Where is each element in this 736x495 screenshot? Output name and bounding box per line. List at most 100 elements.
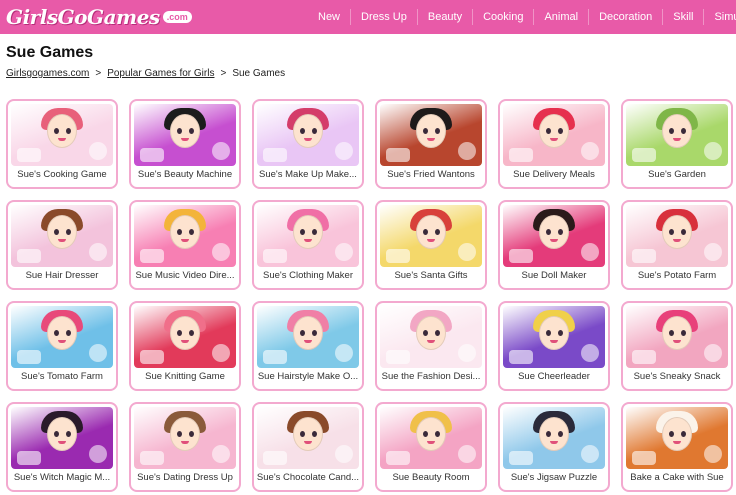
breadcrumb-home-link[interactable]: Girlsgogames.com	[6, 68, 89, 79]
game-title[interactable]: Sue's Beauty Machine	[133, 169, 237, 180]
nav-skill[interactable]: Skill	[662, 9, 703, 25]
breadcrumb: Girlsgogames.com > Popular Games for Gir…	[6, 68, 285, 79]
game-thumbnail[interactable]	[134, 306, 236, 368]
character-eye	[66, 128, 71, 134]
game-title[interactable]: Sue's Cooking Game	[10, 169, 114, 180]
game-title[interactable]: Sue's Clothing Maker	[256, 270, 360, 281]
game-title[interactable]: Sue Knitting Game	[133, 371, 237, 382]
nav-simulation[interactable]: Simu	[703, 9, 736, 25]
game-thumbnail[interactable]	[257, 205, 359, 267]
nav-new[interactable]: New	[318, 9, 350, 25]
nav-animal[interactable]: Animal	[533, 9, 588, 25]
character-face	[662, 417, 692, 451]
game-title[interactable]: Sue's Chocolate Cand...	[256, 472, 360, 483]
game-card[interactable]: Bake a Cake with Sue	[621, 402, 733, 492]
game-card[interactable]: Sue's Clothing Maker	[252, 200, 364, 290]
character-face	[170, 215, 200, 249]
character-eye	[546, 431, 551, 437]
game-thumbnail[interactable]	[134, 205, 236, 267]
game-title[interactable]: Sue Beauty Room	[379, 472, 483, 483]
game-card[interactable]: Sue's Santa Gifts	[375, 200, 487, 290]
game-thumbnail[interactable]	[380, 306, 482, 368]
game-thumbnail[interactable]	[503, 306, 605, 368]
game-thumbnail[interactable]	[626, 104, 728, 166]
game-title[interactable]: Sue's Garden	[625, 169, 729, 180]
game-card[interactable]: Sue's Tomato Farm	[6, 301, 118, 391]
game-thumbnail[interactable]	[11, 205, 113, 267]
game-card[interactable]: Sue's Witch Magic M...	[6, 402, 118, 492]
breadcrumb-section-link[interactable]: Popular Games for Girls	[107, 68, 214, 79]
game-card[interactable]: Sue Doll Maker	[498, 200, 610, 290]
game-thumbnail[interactable]	[380, 104, 482, 166]
game-title[interactable]: Sue's Tomato Farm	[10, 371, 114, 382]
character-face	[293, 417, 323, 451]
nav-dress-up[interactable]: Dress Up	[350, 9, 417, 25]
game-card[interactable]: Sue's Beauty Machine	[129, 99, 241, 189]
game-title[interactable]: Sue's Fried Wantons	[379, 169, 483, 180]
game-card[interactable]: Sue Delivery Meals	[498, 99, 610, 189]
game-card[interactable]: Sue's Make Up Make...	[252, 99, 364, 189]
game-card[interactable]: Sue Hairstyle Make O...	[252, 301, 364, 391]
game-card[interactable]: Sue's Dating Dress Up	[129, 402, 241, 492]
game-card[interactable]: Sue Beauty Room	[375, 402, 487, 492]
game-thumbnail[interactable]	[134, 407, 236, 469]
game-thumbnail[interactable]	[503, 407, 605, 469]
character-eye	[558, 229, 563, 235]
game-card[interactable]: Sue's Sneaky Snack	[621, 301, 733, 391]
game-thumbnail[interactable]	[380, 407, 482, 469]
character-eye	[546, 128, 551, 134]
game-thumbnail[interactable]	[257, 407, 359, 469]
game-thumbnail[interactable]	[134, 104, 236, 166]
scene-decoration	[335, 445, 353, 463]
game-thumbnail[interactable]	[626, 306, 728, 368]
game-thumbnail[interactable]	[626, 407, 728, 469]
character-face	[662, 215, 692, 249]
breadcrumb-current: Sue Games	[232, 68, 286, 79]
game-title[interactable]: Sue Cheerleader	[502, 371, 606, 382]
game-title[interactable]: Sue Hair Dresser	[10, 270, 114, 281]
game-card[interactable]: Sue's Jigsaw Puzzle	[498, 402, 610, 492]
game-thumbnail[interactable]	[380, 205, 482, 267]
nav-cooking[interactable]: Cooking	[472, 9, 533, 25]
game-thumbnail[interactable]	[257, 306, 359, 368]
game-thumbnail[interactable]	[626, 205, 728, 267]
game-card[interactable]: Sue's Fried Wantons	[375, 99, 487, 189]
game-title[interactable]: Sue's Potato Farm	[625, 270, 729, 281]
game-title[interactable]: Sue Delivery Meals	[502, 169, 606, 180]
character-face	[293, 215, 323, 249]
character-face	[539, 316, 569, 350]
game-card[interactable]: Sue the Fashion Desi...	[375, 301, 487, 391]
nav-decoration[interactable]: Decoration	[588, 9, 662, 25]
game-card[interactable]: Sue's Potato Farm	[621, 200, 733, 290]
game-card[interactable]: Sue's Chocolate Cand...	[252, 402, 364, 492]
game-title[interactable]: Sue's Sneaky Snack	[625, 371, 729, 382]
site-logo[interactable]: GirlsGoGames .com	[6, 4, 192, 30]
scene-decoration	[263, 350, 287, 364]
game-title[interactable]: Sue's Santa Gifts	[379, 270, 483, 281]
game-card[interactable]: Sue Music Video Dire...	[129, 200, 241, 290]
game-card[interactable]: Sue's Cooking Game	[6, 99, 118, 189]
game-title[interactable]: Sue's Witch Magic M...	[10, 472, 114, 483]
game-card[interactable]: Sue Hair Dresser	[6, 200, 118, 290]
game-thumbnail[interactable]	[503, 205, 605, 267]
game-card[interactable]: Sue's Garden	[621, 99, 733, 189]
game-thumbnail[interactable]	[11, 104, 113, 166]
game-card[interactable]: Sue Cheerleader	[498, 301, 610, 391]
game-thumbnail[interactable]	[503, 104, 605, 166]
game-title[interactable]: Sue Hairstyle Make O...	[256, 371, 360, 382]
game-thumbnail[interactable]	[257, 104, 359, 166]
character-eye	[177, 128, 182, 134]
game-title[interactable]: Sue's Jigsaw Puzzle	[502, 472, 606, 483]
game-title[interactable]: Sue's Dating Dress Up	[133, 472, 237, 483]
game-thumbnail[interactable]	[11, 407, 113, 469]
game-title[interactable]: Sue's Make Up Make...	[256, 169, 360, 180]
game-title[interactable]: Sue the Fashion Desi...	[379, 371, 483, 382]
game-thumbnail[interactable]	[11, 306, 113, 368]
game-title[interactable]: Sue Music Video Dire...	[133, 270, 237, 281]
scene-decoration	[632, 451, 656, 465]
game-title[interactable]: Bake a Cake with Sue	[625, 472, 729, 483]
game-card[interactable]: Sue Knitting Game	[129, 301, 241, 391]
character-eye	[681, 431, 686, 437]
game-title[interactable]: Sue Doll Maker	[502, 270, 606, 281]
nav-beauty[interactable]: Beauty	[416, 9, 472, 25]
